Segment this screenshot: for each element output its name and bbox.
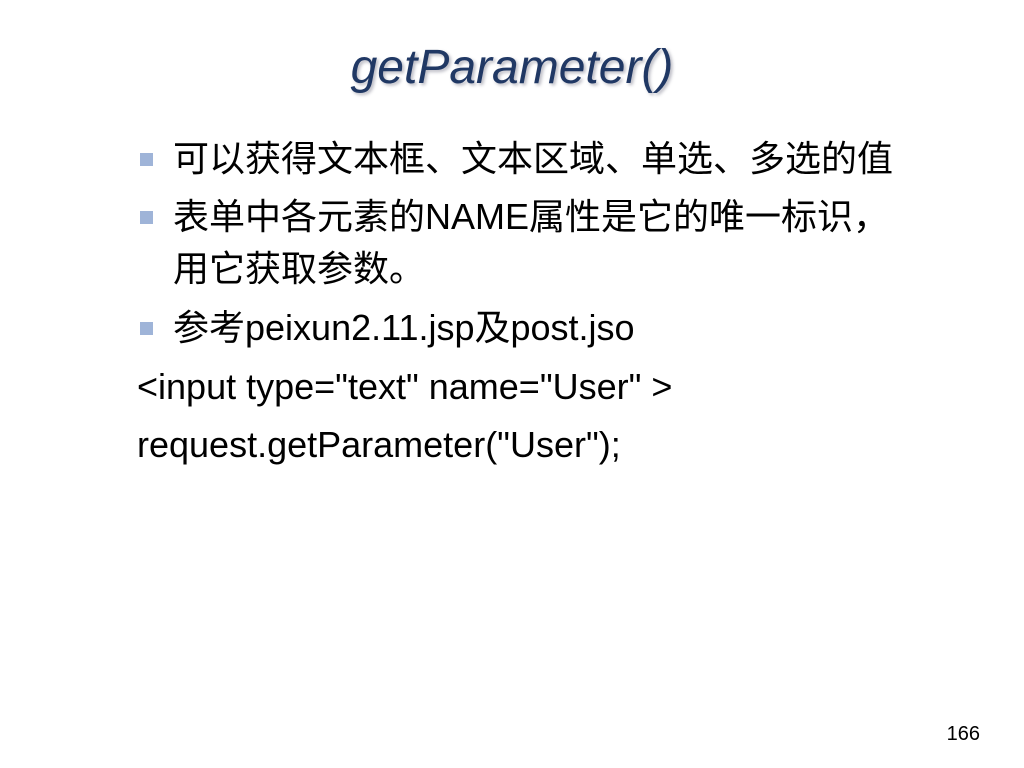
slide-container: getParameter() 可以获得文本框、文本区域、单选、多选的值 表单中各… bbox=[0, 0, 1024, 768]
bullet-square-icon bbox=[140, 211, 153, 224]
bullet-text: 可以获得文本框、文本区域、单选、多选的值 bbox=[173, 133, 893, 185]
bullet-square-icon bbox=[140, 153, 153, 166]
slide-content: 可以获得文本框、文本区域、单选、多选的值 表单中各元素的NAME属性是它的唯一标… bbox=[40, 133, 984, 472]
bullet-item: 可以获得文本框、文本区域、单选、多选的值 bbox=[140, 133, 924, 185]
bullet-item: 表单中各元素的NAME属性是它的唯一标识，用它获取参数。 bbox=[140, 191, 924, 295]
code-line: request.getParameter("User"); bbox=[137, 418, 924, 472]
slide-title: getParameter() bbox=[40, 40, 984, 95]
page-number: 166 bbox=[947, 723, 980, 746]
code-line: <input type="text" name="User" > bbox=[137, 360, 924, 414]
bullet-text: 参考peixun2.11.jsp及post.jso bbox=[173, 302, 635, 354]
bullet-square-icon bbox=[140, 322, 153, 335]
bullet-text: 表单中各元素的NAME属性是它的唯一标识，用它获取参数。 bbox=[173, 191, 924, 295]
bullet-item: 参考peixun2.11.jsp及post.jso bbox=[140, 302, 924, 354]
